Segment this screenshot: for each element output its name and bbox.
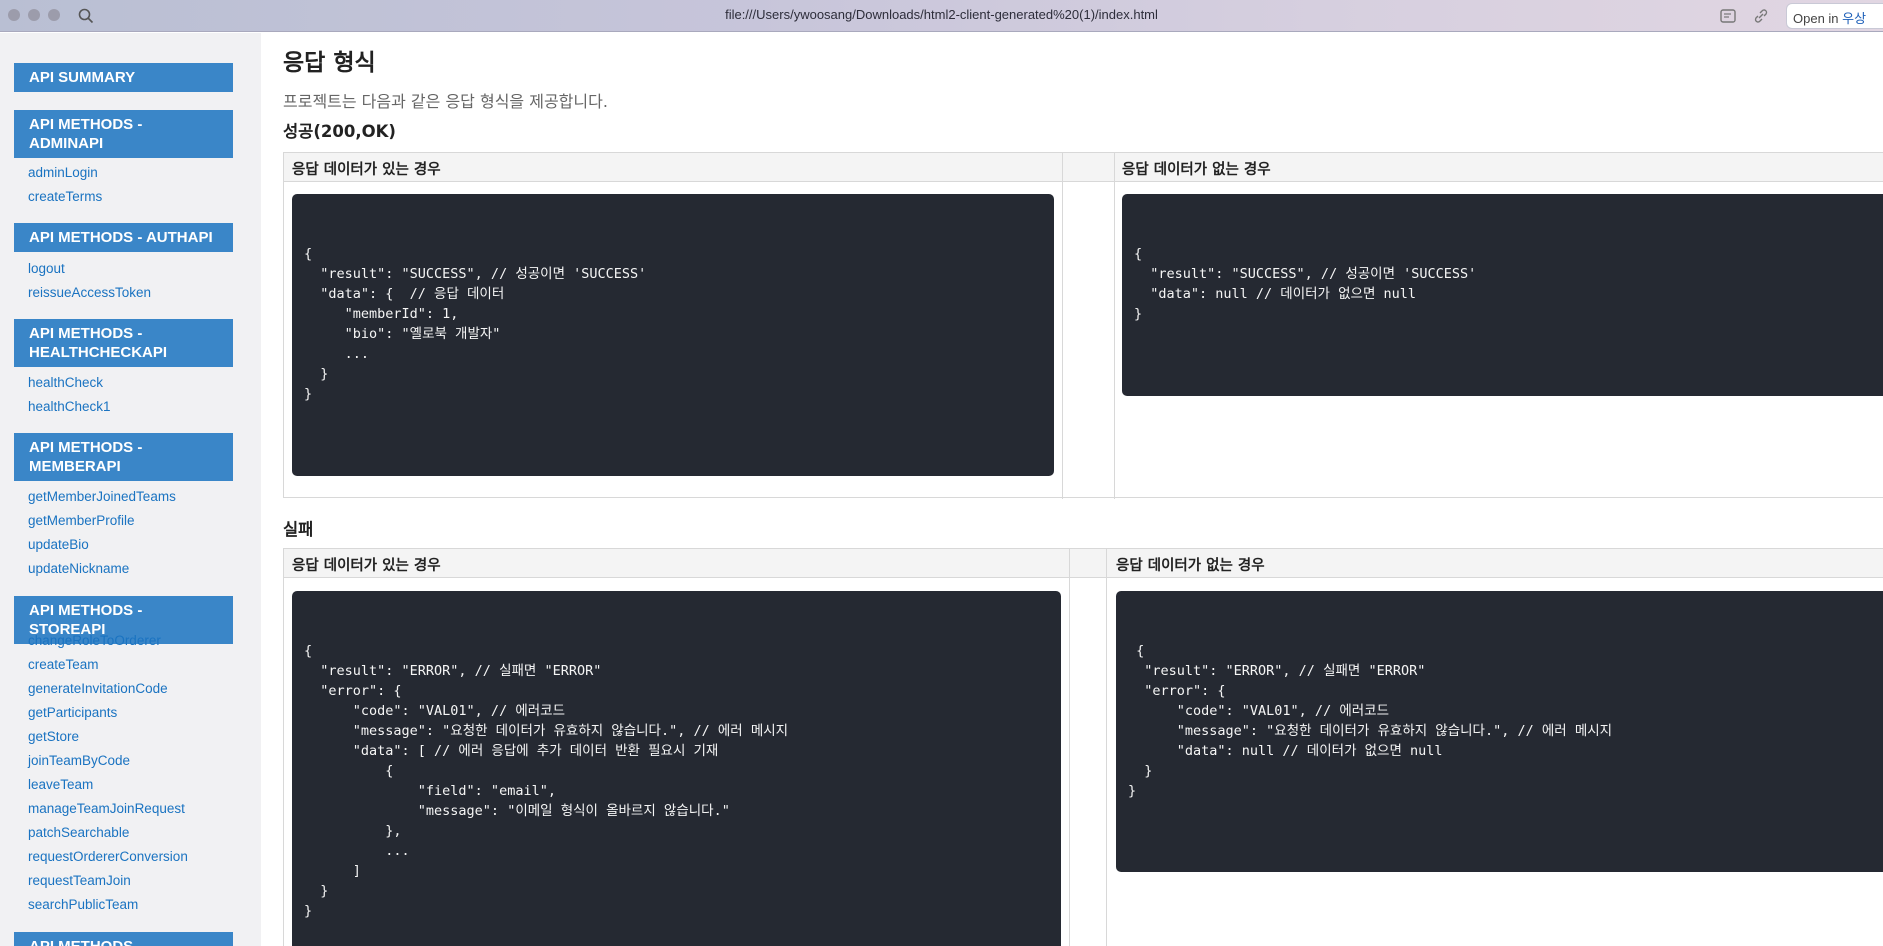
sidebar-link-updatenickname[interactable]: updateNickname — [28, 561, 129, 576]
sidebar-link-requestordererconversion[interactable]: requestOrdererConversion — [28, 849, 188, 864]
column-header-without-data: 응답 데이터가 없는 경우 — [1122, 162, 1271, 178]
open-in-label: Open in — [1793, 11, 1839, 26]
column-divider — [1062, 153, 1063, 499]
sidebar-link-healthcheck[interactable]: healthCheck — [28, 375, 103, 390]
sidebar-header-healthcheckapi[interactable]: API METHODS - HEALTHCHECKAPI — [14, 319, 233, 367]
sidebar-header-authapi[interactable]: API METHODS - AUTHAPI — [14, 223, 233, 252]
intro-text: 프로젝트는 다음과 같은 응답 형식을 제공합니다. — [283, 92, 608, 111]
column-header-without-data: 응답 데이터가 없는 경우 — [1116, 558, 1265, 574]
sidebar-header-api-summary[interactable]: API SUMMARY — [14, 63, 233, 92]
code-block-failure-with-data: { "result": "ERROR", // 실패면 "ERROR" "err… — [292, 591, 1061, 946]
sidebar-link-leaveteam[interactable]: leaveTeam — [28, 777, 93, 792]
sidebar-link-createteam[interactable]: createTeam — [28, 657, 99, 672]
column-divider — [1106, 549, 1107, 946]
table-header-row — [284, 549, 1883, 578]
column-divider — [1069, 549, 1070, 946]
sidebar: API SUMMARY API METHODS - ADMINAPI admin… — [0, 33, 261, 946]
code-block-success-with-data: { "result": "SUCCESS", // 성공이면 'SUCCESS'… — [292, 194, 1054, 476]
main-content: 응답 형식 프로젝트는 다음과 같은 응답 형식을 제공합니다. 성공(200,… — [283, 33, 1883, 946]
column-divider — [1114, 153, 1115, 499]
code-block-success-without-data: { "result": "SUCCESS", // 성공이면 'SUCCESS'… — [1122, 194, 1883, 396]
sidebar-header-memberapi[interactable]: API METHODS - MEMBERAPI — [14, 433, 233, 481]
open-in-button[interactable]: Open in 우상 — [1786, 3, 1883, 29]
sidebar-link-patchsearchable[interactable]: patchSearchable — [28, 825, 129, 840]
reader-mode-icon[interactable] — [1720, 8, 1738, 24]
sidebar-link-getstore[interactable]: getStore — [28, 729, 79, 744]
sidebar-link-changeroletoorderer[interactable]: changeRoleToOrderer — [28, 633, 161, 648]
sidebar-link-getparticipants[interactable]: getParticipants — [28, 705, 117, 720]
sidebar-header-adminapi[interactable]: API METHODS - ADMINAPI — [14, 110, 233, 158]
sidebar-header-api-methods[interactable]: API METHODS — [14, 932, 233, 946]
sidebar-link-getmemberjoinedteams[interactable]: getMemberJoinedTeams — [28, 489, 176, 504]
success-heading: 성공(200,OK) — [283, 122, 396, 141]
sidebar-link-requestteamjoin[interactable]: requestTeamJoin — [28, 873, 131, 888]
success-response-table: 응답 데이터가 있는 경우 응답 데이터가 없는 경우 { "result": … — [283, 152, 1883, 499]
column-header-with-data: 응답 데이터가 있는 경우 — [292, 162, 441, 178]
sidebar-link-getmemberprofile[interactable]: getMemberProfile — [28, 513, 135, 528]
code-block-failure-without-data: { "result": "ERROR", // 실패면 "ERROR" "err… — [1116, 591, 1883, 872]
sidebar-link-updatebio[interactable]: updateBio — [28, 537, 89, 552]
browser-toolbar: file:///Users/ywoosang/Downloads/html2-c… — [0, 0, 1883, 32]
failure-heading: 실패 — [283, 520, 314, 539]
sidebar-link-logout[interactable]: logout — [28, 261, 65, 276]
address-bar[interactable]: file:///Users/ywoosang/Downloads/html2-c… — [0, 7, 1883, 22]
sidebar-link-adminlogin[interactable]: adminLogin — [28, 165, 98, 180]
sidebar-link-jointeambycode[interactable]: joinTeamByCode — [28, 753, 130, 768]
page-title: 응답 형식 — [283, 50, 376, 76]
open-in-target: 우상 — [1842, 11, 1867, 26]
link-icon[interactable] — [1752, 8, 1770, 24]
sidebar-link-manageteamjoinrequest[interactable]: manageTeamJoinRequest — [28, 801, 185, 816]
sidebar-link-generateinvitationcode[interactable]: generateInvitationCode — [28, 681, 168, 696]
sidebar-link-reissueaccesstoken[interactable]: reissueAccessToken — [28, 285, 151, 300]
sidebar-link-createterms[interactable]: createTerms — [28, 189, 102, 204]
sidebar-link-searchpublicteam[interactable]: searchPublicTeam — [28, 897, 138, 912]
table-header-row — [284, 153, 1883, 182]
failure-response-table: 응답 데이터가 있는 경우 응답 데이터가 없는 경우 { "result": … — [283, 548, 1883, 946]
column-header-with-data: 응답 데이터가 있는 경우 — [292, 558, 441, 574]
sidebar-link-healthcheck1[interactable]: healthCheck1 — [28, 399, 111, 414]
